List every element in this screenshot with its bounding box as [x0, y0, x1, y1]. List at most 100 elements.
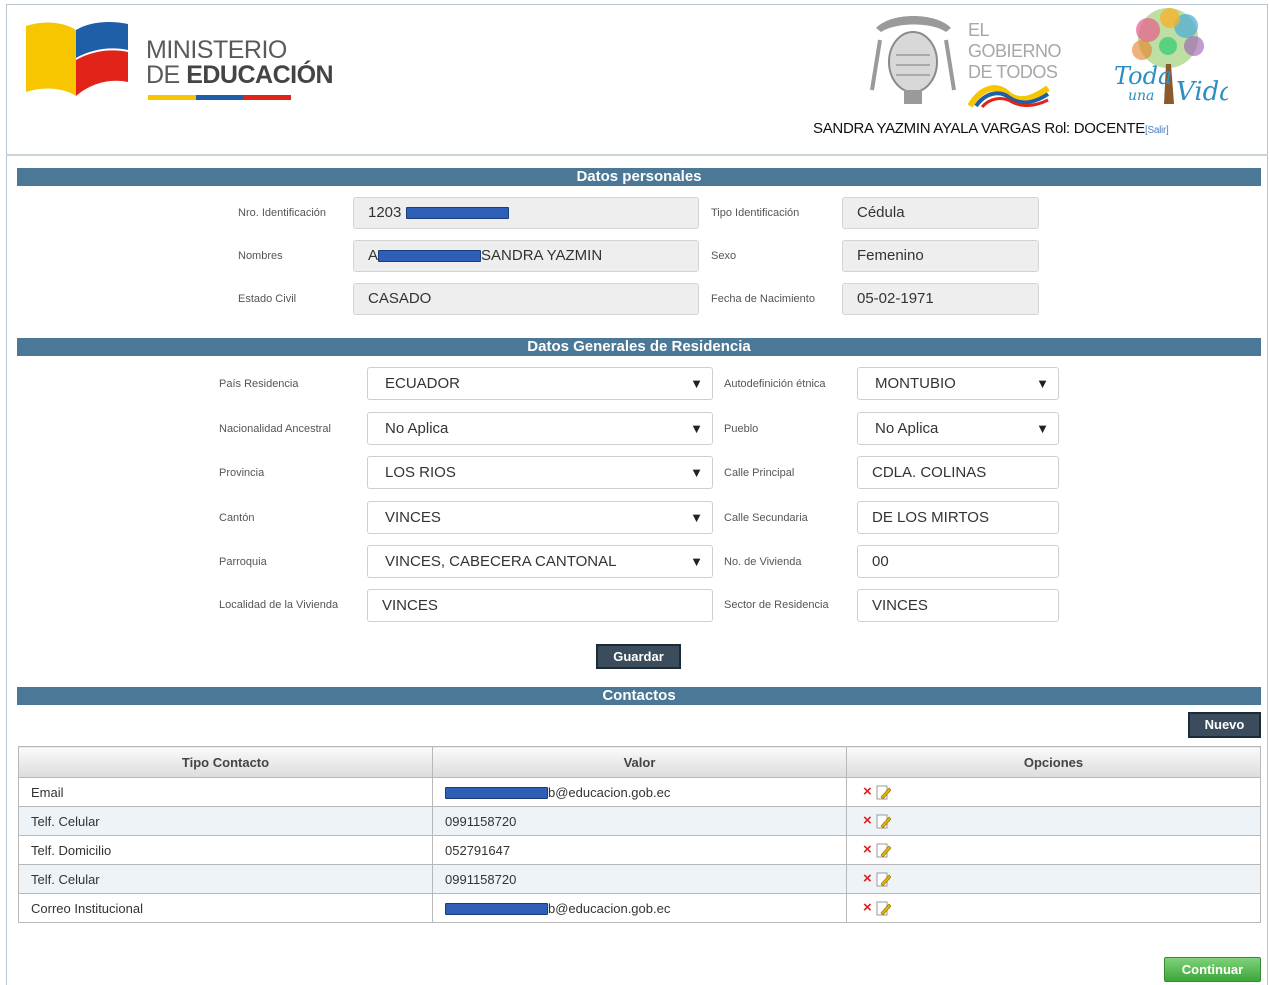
id-type-field: Cédula [842, 197, 1039, 229]
delete-icon[interactable]: × [863, 899, 872, 916]
edit-icon[interactable] [876, 785, 891, 801]
locality-label: Localidad de la Vivienda [219, 599, 339, 611]
province-select[interactable]: LOS RIOS ▼ [367, 456, 713, 489]
chevron-down-icon: ▼ [690, 510, 703, 525]
contact-options: × [846, 777, 1261, 807]
new-contact-button[interactable]: Nuevo [1188, 712, 1261, 738]
country-label: País Residencia [219, 378, 299, 390]
contact-type: Telf. Celular [18, 864, 433, 894]
delete-icon[interactable]: × [863, 870, 872, 887]
contact-type: Telf. Celular [18, 806, 433, 836]
sex-label: Sexo [711, 250, 737, 262]
delete-icon[interactable]: × [863, 841, 872, 858]
ministry-line1: MINISTERIO [146, 36, 287, 64]
civil-status-label: Estado Civil [238, 293, 297, 305]
id-field: 1203 [353, 197, 699, 229]
parish-label: Parroquia [219, 556, 267, 568]
parish-select[interactable]: VINCES, CABECERA CANTONAL ▼ [367, 545, 713, 578]
sector-label: Sector de Residencia [724, 599, 829, 611]
chevron-down-icon: ▼ [690, 376, 703, 391]
government-text: EL GOBIERNO DE TODOS [968, 20, 1062, 83]
ministry-line2: DE EDUCACIÓN [146, 61, 334, 89]
ministry-line2-prefix: DE [146, 61, 187, 89]
names-prefix: A [368, 247, 379, 264]
contact-type: Telf. Domicilio [18, 835, 433, 865]
people-select[interactable]: No Aplica ▼ [857, 412, 1059, 445]
ethnic-label: Autodefinición étnica [724, 378, 826, 390]
contact-options: × [846, 893, 1261, 923]
campaign-word-toda: Toda [1114, 62, 1172, 90]
redaction-bar [405, 207, 509, 220]
contacts-section-title: Contactos [17, 687, 1261, 705]
id-type-label: Tipo Identificación [711, 207, 800, 219]
main-street-input[interactable] [857, 456, 1059, 489]
logout-link[interactable]: [Salir] [1145, 125, 1169, 136]
edit-icon[interactable] [876, 872, 891, 888]
birth-date-field: 05-02-1971 [842, 283, 1039, 315]
user-info: SANDRA YAZMIN AYALA VARGAS Rol: DOCENTE[… [813, 120, 1169, 137]
header-divider [6, 154, 1268, 156]
edit-icon[interactable] [876, 901, 891, 917]
campaign-word-vida: Vida [1176, 77, 1228, 107]
table-row: Email b@educacion.gob.ec × [18, 777, 1261, 807]
people-label: Pueblo [724, 423, 759, 435]
id-label: Nro. Identificación [238, 207, 327, 219]
table-row: Telf. Celular 0991158720 × [18, 864, 1261, 894]
column-header-type: Tipo Contacto [18, 746, 433, 778]
ministry-color-bar [148, 95, 292, 100]
second-street-input[interactable] [857, 501, 1059, 534]
canton-select[interactable]: VINCES ▼ [367, 501, 713, 534]
ministry-line2-bold: EDUCACIÓN [186, 61, 334, 89]
contact-value: 0991158720 [432, 864, 847, 894]
gov-line2: GOBIERNO [968, 41, 1062, 61]
chevron-down-icon: ▼ [690, 554, 703, 569]
canton-label: Cantón [219, 512, 255, 524]
coat-of-arms-icon [870, 16, 956, 104]
delete-icon[interactable]: × [863, 812, 872, 829]
nationality-label: Nacionalidad Ancestral [219, 423, 331, 435]
locality-input[interactable] [367, 589, 713, 622]
redaction-bar [445, 903, 548, 916]
continue-button[interactable]: Continuar [1164, 957, 1261, 982]
gov-line1: EL [968, 20, 990, 40]
chevron-down-icon: ▼ [690, 421, 703, 436]
country-select[interactable]: ECUADOR ▼ [367, 367, 713, 400]
house-number-label: No. de Vivienda [724, 556, 802, 568]
government-flag-icon [968, 85, 1050, 108]
residence-section-title: Datos Generales de Residencia [17, 338, 1261, 356]
nationality-select[interactable]: No Aplica ▼ [367, 412, 713, 445]
parish-value: VINCES, CABECERA CANTONAL [385, 553, 617, 570]
sector-input[interactable] [857, 589, 1059, 622]
edit-icon[interactable] [876, 814, 891, 830]
edit-icon[interactable] [876, 843, 891, 859]
second-street-label: Calle Secundaria [724, 512, 808, 524]
contact-value-text: b@educacion.gob.ec [548, 900, 671, 916]
contact-value-text: b@educacion.gob.ec [548, 784, 671, 800]
table-row: Correo Institucional b@educacion.gob.ec … [18, 893, 1261, 923]
contact-options: × [846, 806, 1261, 836]
ethnic-select[interactable]: MONTUBIO ▼ [857, 367, 1059, 400]
table-row: Telf. Domicilio 052791647 × [18, 835, 1261, 865]
delete-icon[interactable]: × [863, 783, 872, 800]
column-header-options: Opciones [846, 746, 1261, 778]
ministry-logo [26, 22, 128, 96]
save-button[interactable]: Guardar [596, 644, 681, 669]
contact-options: × [846, 864, 1261, 894]
main-street-label: Calle Principal [724, 467, 795, 479]
chevron-down-icon: ▼ [1036, 421, 1049, 436]
names-value: SANDRA YAZMIN [481, 247, 603, 264]
toda-una-vida-logo: Toda una Vida [1114, 8, 1228, 107]
contact-value: b@educacion.gob.ec [432, 893, 847, 923]
campaign-word-una: una [1128, 88, 1154, 104]
birth-date-label: Fecha de Nacimiento [711, 293, 815, 305]
contact-options: × [846, 835, 1261, 865]
column-header-value: Valor [432, 746, 847, 778]
id-value: 1203 [368, 204, 402, 221]
house-number-input[interactable] [857, 545, 1059, 578]
names-field: A SANDRA YAZMIN [353, 240, 699, 272]
province-value: LOS RIOS [385, 464, 456, 481]
contact-value: b@educacion.gob.ec [432, 777, 847, 807]
table-row: Telf. Celular 0991158720 × [18, 806, 1261, 836]
civil-status-field: CASADO [353, 283, 699, 315]
names-label: Nombres [238, 250, 283, 262]
